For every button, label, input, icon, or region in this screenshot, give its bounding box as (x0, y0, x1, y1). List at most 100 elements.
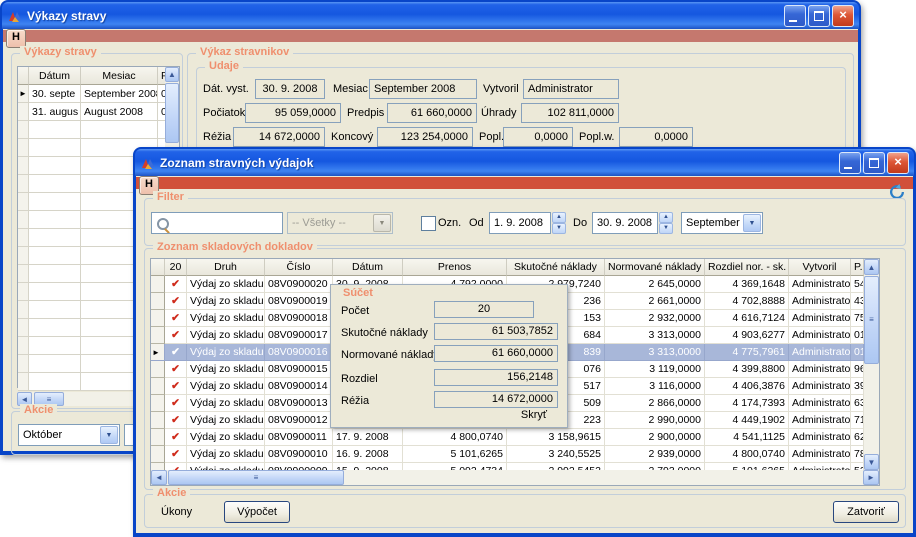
category-combobox[interactable]: -- Všetky -- ▼ (287, 212, 393, 234)
column-header[interactable]: Mesiac (81, 67, 158, 85)
column-header-selector[interactable] (18, 67, 29, 85)
checkmark-icon[interactable]: ✔ (165, 395, 187, 412)
cell-datum (29, 373, 81, 391)
maximize-button[interactable] (863, 152, 885, 174)
row-marker (151, 293, 165, 310)
cell-druh: Výdaj zo skladu (187, 276, 265, 293)
pociatok-field[interactable]: 95 059,0000 (245, 103, 341, 123)
date-from-field[interactable]: 1. 9. 2008 (489, 212, 551, 234)
checkmark-icon[interactable]: ✔ (165, 276, 187, 293)
cell-p: 96 (851, 361, 864, 378)
popl-field[interactable]: 0,0000 (503, 127, 573, 147)
column-header[interactable]: Druh (187, 259, 265, 276)
checkmark-icon[interactable]: ✔ (165, 463, 187, 470)
mesiac-field[interactable]: September 2008 (369, 79, 477, 99)
hide-button[interactable]: Skryť (521, 407, 547, 423)
maximize-button[interactable] (808, 5, 830, 27)
column-header[interactable]: Normované náklady (605, 259, 705, 276)
vypocet-button[interactable]: Výpočet (224, 501, 290, 523)
column-header[interactable]: Skutočné náklady (507, 259, 605, 276)
column-header[interactable]: Prenos (403, 259, 507, 276)
table-row[interactable]: ✔Výdaj zo skladu08V090000915. 9. 20085 0… (151, 463, 864, 470)
cell-normovane: 3 313,0000 (605, 327, 705, 344)
cell-rozdiel: 4 399,8800 (705, 361, 789, 378)
scrollbar-thumb[interactable]: ≡ (168, 470, 344, 485)
spin-up-icon[interactable]: ▲ (552, 212, 566, 223)
scrollbar-thumb[interactable]: ≡ (864, 276, 879, 364)
uhrady-field[interactable]: 102 811,0000 (521, 103, 619, 123)
scroll-up-icon[interactable]: ▲ (165, 67, 179, 82)
month-combobox[interactable]: Október ▼ (18, 424, 120, 446)
date-to-field[interactable]: 30. 9. 2008 (592, 212, 658, 234)
cell-druh: Výdaj zo skladu (187, 429, 265, 446)
scroll-down-icon[interactable]: ▼ (864, 454, 879, 470)
date-to-spinner[interactable]: ▲▼ (659, 212, 673, 234)
table-vertical-scrollbar[interactable]: ▲ ≡ ▼ (864, 259, 879, 470)
minimize-button[interactable] (839, 152, 861, 174)
checkmark-icon[interactable]: ✔ (165, 327, 187, 344)
spin-up-icon[interactable]: ▲ (659, 212, 673, 223)
checkmark-icon[interactable]: ✔ (165, 344, 187, 361)
date-from-spinner[interactable]: ▲▼ (552, 212, 566, 234)
table-header[interactable]: 20DruhČísloDátumPrenosSkutočné nákladyNo… (151, 259, 864, 276)
checkmark-icon[interactable]: ✔ (165, 429, 187, 446)
checkmark-icon[interactable]: ✔ (165, 446, 187, 463)
dat-vyst-field[interactable]: 30. 9. 2008 (255, 79, 325, 99)
checkmark-icon[interactable]: ✔ (165, 293, 187, 310)
zatvorit-button[interactable]: Zatvoriť (833, 501, 899, 523)
scroll-left-icon[interactable]: ◄ (151, 470, 167, 485)
table-row[interactable]: ✔Výdaj zo skladu08V090001117. 9. 20084 8… (151, 429, 864, 446)
predpis-field[interactable]: 61 660,0000 (387, 103, 477, 123)
column-header-selector[interactable] (151, 259, 165, 276)
checkmark-icon[interactable]: ✔ (165, 378, 187, 395)
vytvoril-field[interactable]: Administrator (523, 79, 619, 99)
list-row[interactable]: 31. augusAugust 20080 (18, 103, 179, 121)
column-header[interactable]: Dátum (29, 67, 81, 85)
cell-cislo: 08V0900017 (265, 327, 333, 344)
checkmark-icon[interactable]: ✔ (165, 361, 187, 378)
cell-datum: 16. 9. 2008 (333, 446, 403, 463)
row-marker (151, 395, 165, 412)
table-row[interactable]: ✔Výdaj zo skladu08V090001016. 9. 20085 1… (151, 446, 864, 463)
chevron-down-icon[interactable]: ▼ (373, 214, 391, 232)
row-marker (151, 412, 165, 429)
minimize-button[interactable] (784, 5, 806, 27)
window-title: Zoznam stravných výdajok (160, 156, 313, 170)
column-header[interactable]: Rozdiel nor. - sk. (705, 259, 789, 276)
scrollbar-thumb[interactable] (165, 83, 179, 143)
koncovy-field[interactable]: 123 254,0000 (377, 127, 473, 147)
column-header[interactable]: Číslo (265, 259, 333, 276)
column-header[interactable]: 20 (165, 259, 187, 276)
row-marker (151, 327, 165, 344)
poplw-field[interactable]: 0,0000 (619, 127, 693, 147)
month-combobox[interactable]: September 08 ▼ (681, 212, 763, 234)
cell-cislo: 08V0900010 (265, 446, 333, 463)
scroll-up-icon[interactable]: ▲ (864, 259, 879, 275)
spin-down-icon[interactable]: ▼ (552, 223, 566, 234)
close-icon[interactable]: × (832, 5, 854, 27)
mini-table-header[interactable]: DátumMesiacF (18, 67, 179, 85)
field-label: Skutočné náklady (341, 323, 428, 343)
cell-datum (29, 229, 81, 247)
titlebar-front[interactable]: Zoznam stravných výdajok × (135, 149, 914, 176)
field-label: Dát. vyst. (203, 79, 249, 99)
cell-rozdiel: 4 775,7961 (705, 344, 789, 361)
list-row[interactable]: ►30. septeSeptember 20080 (18, 85, 179, 103)
search-input[interactable] (151, 212, 283, 234)
spin-down-icon[interactable]: ▼ (659, 223, 673, 234)
rezia-field[interactable]: 14 672,0000 (233, 127, 325, 147)
cell-prenos: 5 101,6265 (403, 446, 507, 463)
ozn-checkbox[interactable] (421, 216, 436, 231)
checkmark-icon[interactable]: ✔ (165, 310, 187, 327)
scroll-right-icon[interactable]: ► (863, 470, 879, 485)
table-horizontal-scrollbar[interactable]: ◄ ≡ ► (151, 470, 879, 485)
column-header[interactable]: P.: (851, 259, 864, 276)
checkmark-icon[interactable]: ✔ (165, 412, 187, 429)
column-header[interactable]: Dátum (333, 259, 403, 276)
ukony-label[interactable]: Úkony (161, 502, 192, 522)
column-header[interactable]: Vytvoril (789, 259, 851, 276)
close-icon[interactable]: × (887, 152, 909, 174)
titlebar-back[interactable]: Výkazy stravy × (2, 2, 859, 29)
chevron-down-icon[interactable]: ▼ (743, 214, 761, 232)
chevron-down-icon[interactable]: ▼ (100, 426, 118, 444)
